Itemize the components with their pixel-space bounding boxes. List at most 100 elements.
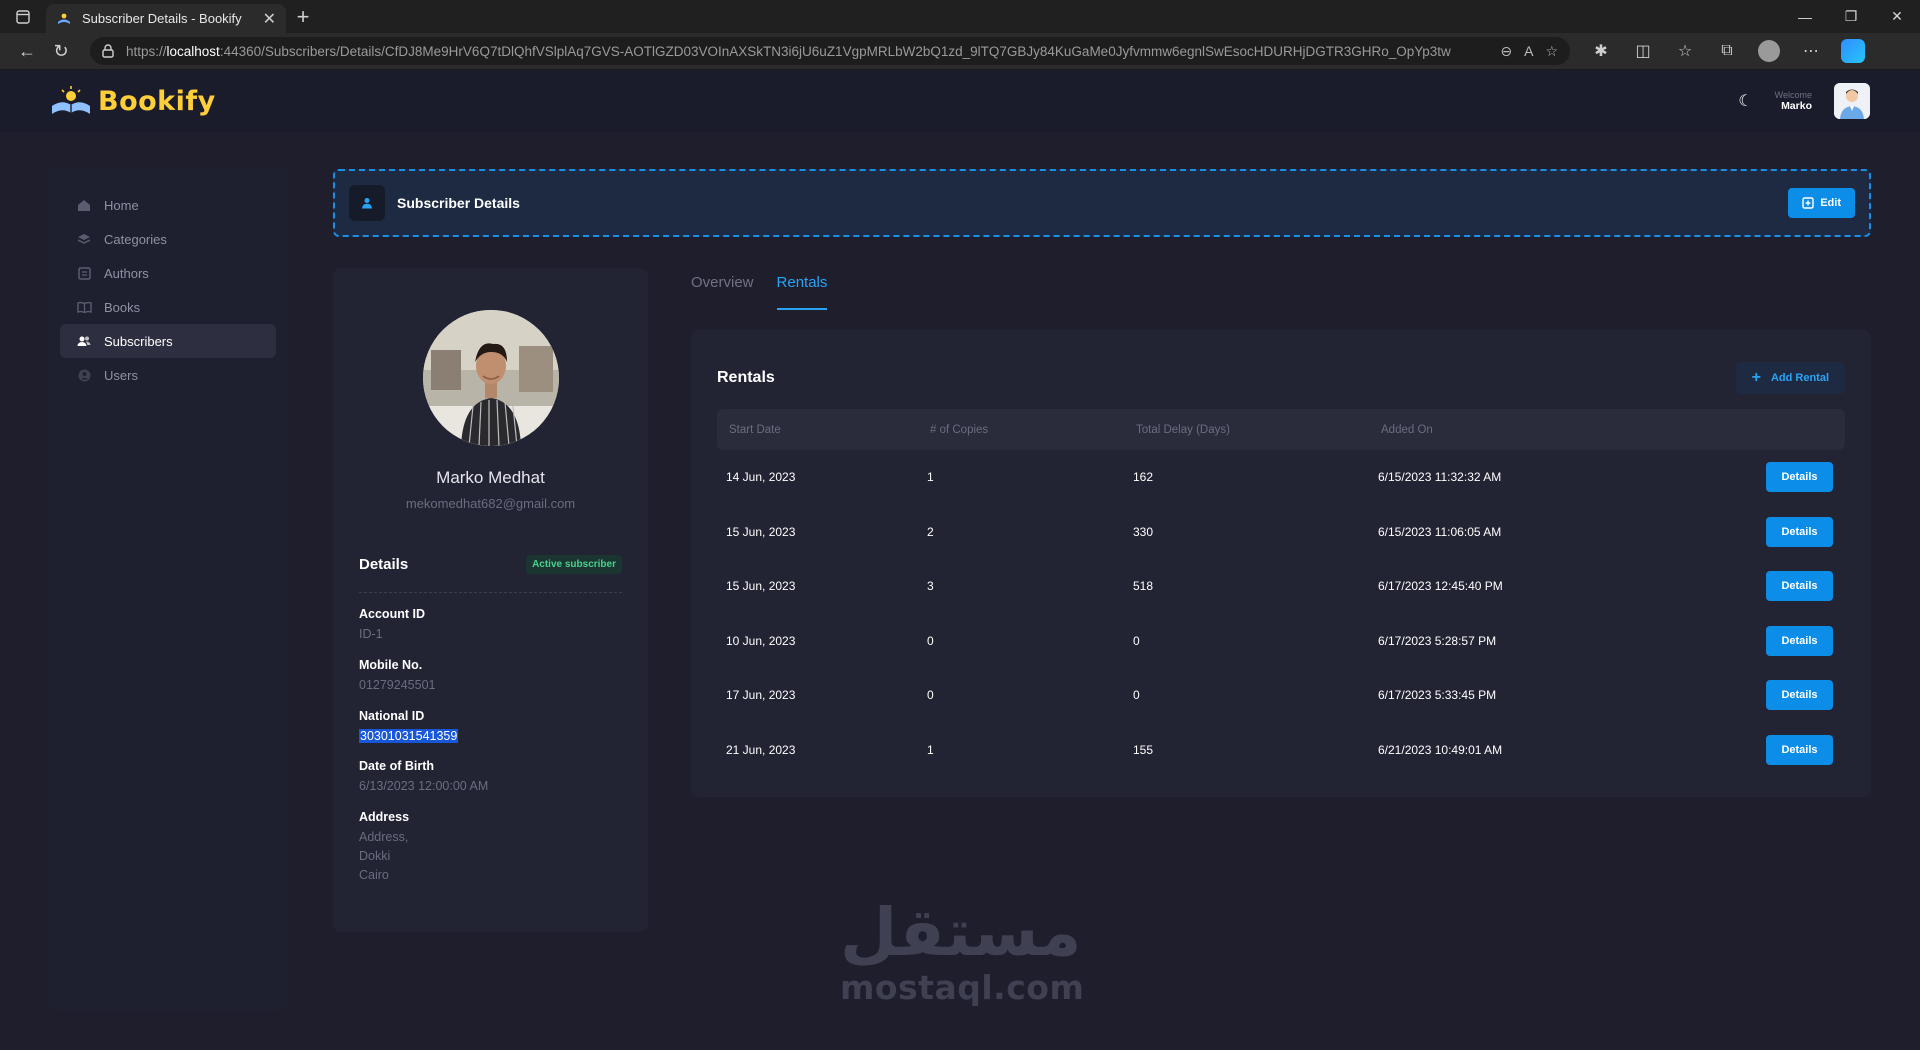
- table-row: 14 Jun, 2023 1 162 6/15/2023 11:32:32 AM Det…: [717, 450, 1845, 505]
- close-tab-icon[interactable]: ✕: [263, 9, 276, 29]
- book-logo-icon: [52, 86, 90, 114]
- sidebar-item-home[interactable]: Home: [60, 188, 276, 222]
- sidebar-item-books[interactable]: Books: [60, 290, 276, 324]
- brand-logo[interactable]: Bookify: [50, 84, 216, 118]
- field-label: Mobile No.: [359, 657, 423, 672]
- field-label: Address: [359, 810, 410, 824]
- edit-button[interactable]: Edit: [1788, 188, 1855, 218]
- table-cell-action: Details: [1656, 614, 1845, 669]
- table-row: 15 Jun, 2023 2 330 6/15/2023 11:06:05 AM Det…: [717, 505, 1845, 560]
- page-header-card: Subscriber Details Edit: [333, 169, 1871, 237]
- restore-icon[interactable]: ❐: [1828, 0, 1874, 33]
- books-icon: [76, 299, 92, 315]
- edit-button-label: Edit: [1820, 197, 1841, 209]
- field-national-id: National ID 30301031541359: [359, 709, 622, 746]
- field-value: Address, Dokki Cairo: [359, 828, 622, 884]
- rental-details-button[interactable]: Details: [1766, 734, 1833, 765]
- favorite-star-icon[interactable]: ☆: [1545, 43, 1558, 60]
- sidebar-item-label: Books: [104, 299, 141, 315]
- url-scheme: https://: [126, 43, 167, 59]
- favicon-icon: [58, 13, 70, 24]
- tab-overview[interactable]: Overview: [691, 268, 754, 310]
- url-text[interactable]: https://localhost:44360/Subscribers/Deta…: [126, 44, 1488, 59]
- rentals-title: Rentals: [717, 368, 775, 386]
- add-rental-label: Add Rental: [1770, 371, 1829, 384]
- selected-text: 30301031541359: [359, 728, 459, 743]
- field-label: Account ID: [359, 607, 425, 621]
- table-cell: 330: [1133, 524, 1154, 539]
- address-line: Dokki: [359, 848, 391, 863]
- sidebar-item-label: Subscribers: [104, 333, 173, 349]
- watermark-latin: mostaql.com: [840, 968, 1085, 1007]
- table-cell: 6/15/2023 11:06:05 AM: [1378, 524, 1502, 539]
- lock-icon[interactable]: [102, 44, 114, 58]
- table-row: 15 Jun, 2023 3 518 6/17/2023 12:45:40 PM Det…: [717, 559, 1845, 614]
- user-avatar[interactable]: [1834, 83, 1870, 119]
- url-path: :44360/Subscribers/Details/CfDJ8Me9HrV6Q…: [219, 43, 1451, 59]
- browser-tab-bar: Subscriber Details - Bookify ✕ + — ❐ ✕: [0, 0, 1920, 33]
- favorites-icon[interactable]: ☆: [1668, 36, 1702, 66]
- column-header: # of Copies: [930, 423, 989, 436]
- table-cell-action: Details: [1656, 668, 1845, 723]
- detail-tabs: Overview Rentals: [691, 268, 828, 310]
- subscriber-photo-image: [422, 310, 559, 446]
- field-label: Date of Birth: [359, 759, 434, 774]
- table-cell-action: Details: [1656, 505, 1845, 560]
- subscribers-icon: [76, 333, 92, 349]
- table-cell: 14 Jun, 2023: [726, 470, 796, 485]
- field-value: 6/13/2023 12:00:00 AM: [359, 779, 489, 794]
- split-screen-icon[interactable]: ◫: [1626, 36, 1660, 66]
- browser-toolbar: ← ↻ https://localhost:44360/Subscribers/…: [0, 33, 1920, 70]
- sidebar-item-subscribers[interactable]: Subscribers: [60, 324, 276, 358]
- column-header: Total Delay (Days): [1136, 423, 1230, 436]
- add-rental-button[interactable]: + Add Rental: [1735, 361, 1845, 394]
- new-tab-button[interactable]: +: [286, 0, 320, 33]
- address-bar[interactable]: https://localhost:44360/Subscribers/Deta…: [90, 37, 1570, 65]
- more-options-icon[interactable]: ⋯: [1794, 36, 1828, 66]
- subscriber-email: mekomedhat682@gmail.com: [405, 496, 576, 511]
- rental-details-button[interactable]: Details: [1766, 462, 1833, 493]
- copilot-icon[interactable]: [1836, 36, 1870, 66]
- watermark-arabic: مستقل: [840, 894, 1082, 971]
- rentals-card: Rentals + Add Rental Start Date # of Cop…: [691, 330, 1871, 797]
- table-cell: 21 Jun, 2023: [726, 742, 796, 757]
- profile-icon[interactable]: [1752, 36, 1786, 66]
- field-value: ID-1: [359, 627, 383, 641]
- refresh-icon[interactable]: ↻: [44, 36, 78, 66]
- table-cell-action: Details: [1656, 559, 1845, 614]
- table-cell: 1: [927, 470, 934, 485]
- table-cell: 6/17/2023 12:45:40 PM: [1378, 579, 1503, 594]
- tab-actions-button[interactable]: [0, 0, 46, 33]
- collections-icon[interactable]: ⧉: [1710, 36, 1744, 66]
- table-cell: 6/21/2023 10:49:01 AM: [1378, 742, 1503, 757]
- rental-details-button[interactable]: Details: [1766, 516, 1833, 547]
- sidebar-item-users[interactable]: Users: [60, 358, 276, 392]
- sidebar-item-categories[interactable]: Categories: [60, 222, 276, 256]
- tab-rentals[interactable]: Rentals: [776, 268, 828, 310]
- rental-details-button[interactable]: Details: [1766, 571, 1833, 602]
- table-cell: 162: [1133, 470, 1154, 485]
- rental-details-button[interactable]: Details: [1766, 625, 1833, 656]
- watermark: مستقل mostaql.com: [840, 894, 1085, 1008]
- table-cell: 155: [1133, 742, 1154, 757]
- field-value-selected[interactable]: 30301031541359: [359, 727, 622, 746]
- extensions-icon[interactable]: ✱: [1584, 36, 1618, 66]
- sidebar-item-label: Categories: [104, 231, 167, 247]
- sidebar-item-label: Authors: [104, 265, 149, 281]
- minimize-icon[interactable]: —: [1782, 0, 1828, 33]
- dark-mode-moon-icon[interactable]: ☾: [1738, 91, 1752, 111]
- sidebar-item-authors[interactable]: Authors: [60, 256, 276, 290]
- table-cell: 0: [927, 688, 934, 703]
- field-address: Address Address, Dokki Cairo: [359, 810, 622, 884]
- read-aloud-icon[interactable]: A: [1524, 43, 1533, 59]
- zoom-icon[interactable]: ⊖: [1500, 43, 1512, 60]
- status-badge: Active subscriber: [526, 555, 622, 574]
- close-window-icon[interactable]: ✕: [1874, 0, 1920, 33]
- back-icon[interactable]: ←: [10, 36, 44, 66]
- field-mobile: Mobile No. 01279245501: [359, 658, 622, 695]
- table-cell: 0: [1133, 688, 1140, 703]
- browser-tab[interactable]: Subscriber Details - Bookify ✕: [46, 4, 286, 33]
- page-title: Subscriber Details: [397, 195, 520, 211]
- rental-details-button[interactable]: Details: [1766, 680, 1833, 711]
- brand-name: Bookify: [98, 85, 216, 117]
